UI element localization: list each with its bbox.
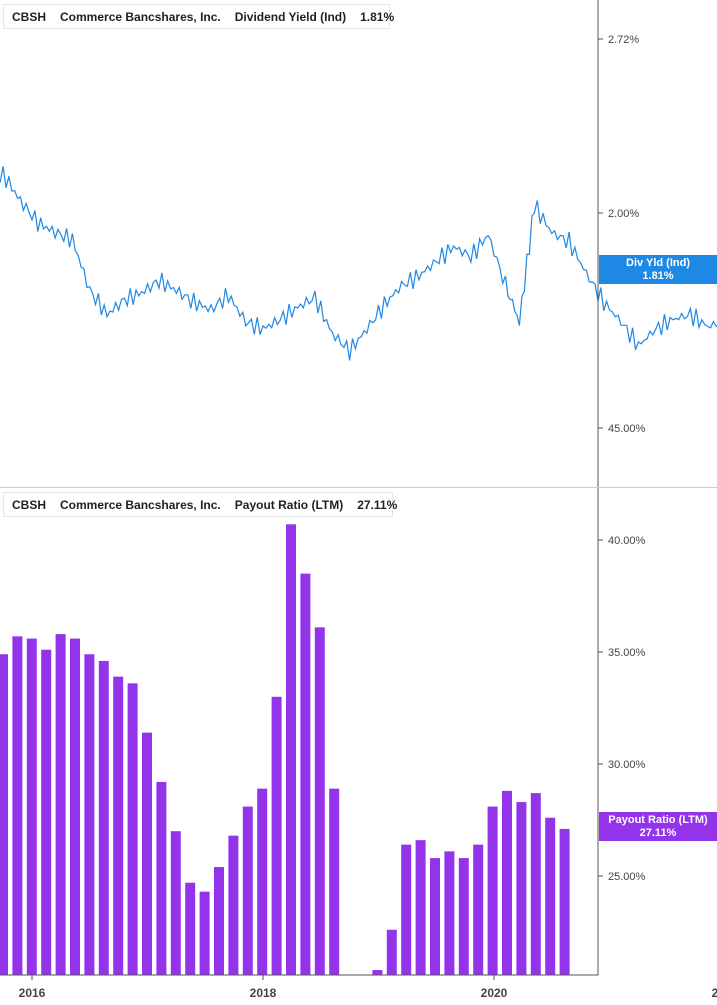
payout-bar — [142, 732, 152, 975]
payout-bar — [372, 970, 383, 975]
legend-company: Commerce Bancshares, Inc. — [60, 9, 221, 24]
payout-bar — [487, 806, 498, 975]
payout-bar — [430, 858, 440, 975]
legend-ticker: CBSH — [12, 497, 47, 512]
payout-bar — [329, 788, 340, 975]
payout-bar — [84, 654, 95, 975]
payout-bar — [271, 696, 282, 975]
x-tick-label: 2022 — [712, 986, 717, 1000]
div-yield-tag-value: 1.81% — [642, 270, 674, 282]
payout-bar — [55, 634, 66, 975]
payout-bar — [70, 638, 80, 975]
payout-bar — [559, 828, 570, 975]
dividend-yield-legend[interactable]: CBSH Commerce Bancshares, Inc. Dividend … — [3, 4, 394, 29]
y-tick-label: 25.00% — [608, 871, 646, 883]
payout-bar — [458, 858, 469, 975]
dividend-yield-panel: 2.00% 2.72% — [0, 34, 717, 361]
y-tick-label: 45.00% — [608, 423, 646, 435]
payout-bar — [26, 638, 37, 975]
y-tick-label: 2.72% — [608, 34, 639, 46]
payout-bar — [314, 627, 325, 975]
x-tick-label: 2020 — [481, 986, 508, 1000]
payout-ratio-legend[interactable]: CBSH Commerce Bancshares, Inc. Payout Ra… — [3, 492, 397, 517]
legend-value: 1.81% — [360, 9, 395, 24]
y-tick-label: 40.00% — [608, 535, 646, 547]
y-tick-label: 35.00% — [608, 647, 646, 659]
payout-bar — [530, 793, 541, 975]
payout-bar — [156, 781, 167, 975]
payout-bar — [386, 929, 397, 975]
payout-bar — [0, 654, 8, 975]
payout-bar — [502, 790, 512, 975]
payout-bar — [516, 802, 527, 975]
payout-bar — [286, 524, 296, 975]
div-yield-tag-label: Div Yld (Ind) — [626, 257, 690, 269]
payout-bar — [98, 660, 109, 975]
legend-value: 27.11% — [357, 497, 398, 512]
payout-bar — [12, 636, 23, 975]
payout-bar — [127, 683, 138, 975]
payout-bar — [257, 788, 268, 975]
payout-bar — [473, 844, 484, 975]
payout-bar — [242, 806, 253, 975]
legend-metric: Dividend Yield (Ind) — [234, 9, 347, 24]
payout-bar — [214, 867, 224, 975]
payout-bar — [300, 573, 311, 975]
payout-bar — [170, 831, 181, 975]
payout-bar — [545, 817, 556, 975]
payout-bar — [41, 649, 52, 975]
payout-ratio-tag-label: Payout Ratio (LTM) — [608, 814, 708, 826]
payout-bar — [113, 676, 124, 975]
legend-company: Commerce Bancshares, Inc. — [60, 497, 221, 512]
payout-ratio-tag-value: 27.11% — [639, 827, 677, 839]
payout-bar — [185, 882, 196, 975]
legend-metric: Payout Ratio (LTM) — [234, 497, 344, 512]
payout-bar — [444, 851, 455, 975]
x-tick-label: 2018 — [250, 986, 277, 1000]
payout-bar — [228, 835, 239, 975]
payout-ratio-tag: Payout Ratio (LTM) 27.11% — [599, 812, 717, 841]
div-yield-tag: Div Yld (Ind) 1.81% — [599, 255, 717, 284]
payout-bar — [401, 844, 412, 975]
y-tick-label: 2.00% — [608, 208, 639, 220]
x-tick-label: 2016 — [19, 986, 46, 1000]
payout-bar — [199, 891, 210, 975]
legend-ticker: CBSH — [12, 9, 47, 24]
payout-bar — [415, 840, 426, 975]
y-tick-label: 30.00% — [608, 759, 646, 771]
